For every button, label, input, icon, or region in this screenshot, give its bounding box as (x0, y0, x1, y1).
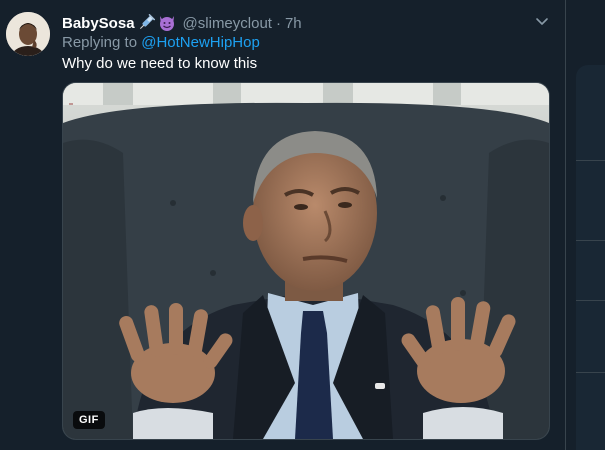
tweet-text: Why do we need to know this (62, 55, 258, 72)
replying-to-line: Replying to @HotNewHipHop (62, 34, 260, 51)
divider (576, 300, 605, 301)
gif-frame-image (63, 83, 549, 439)
separator: · (275, 14, 281, 32)
gif-media[interactable]: GIF (62, 82, 550, 440)
more-options-chevron-down-icon[interactable] (532, 12, 552, 32)
watermark-logo (69, 103, 73, 105)
replying-to-link[interactable]: @HotNewHipHop (141, 34, 260, 51)
tweet-header: BabySosa @slimeyclout · 7h (62, 12, 302, 34)
tweet-card[interactable]: BabySosa @slimeyclout · 7h Replying to @… (0, 0, 566, 450)
user-handle[interactable]: @slimeyclout (183, 15, 272, 32)
right-sidebar (566, 0, 605, 450)
divider (576, 240, 605, 241)
avatar[interactable] (6, 12, 50, 56)
divider (576, 160, 605, 161)
divider (576, 372, 605, 373)
display-name[interactable]: BabySosa (62, 15, 135, 32)
timestamp[interactable]: 7h (285, 15, 302, 32)
replying-prefix: Replying to (62, 34, 138, 51)
syringe-emoji-icon (137, 14, 155, 32)
gif-badge: GIF (73, 411, 105, 429)
smiling-imp-emoji-icon (157, 14, 177, 32)
trends-panel-edge (576, 65, 605, 450)
